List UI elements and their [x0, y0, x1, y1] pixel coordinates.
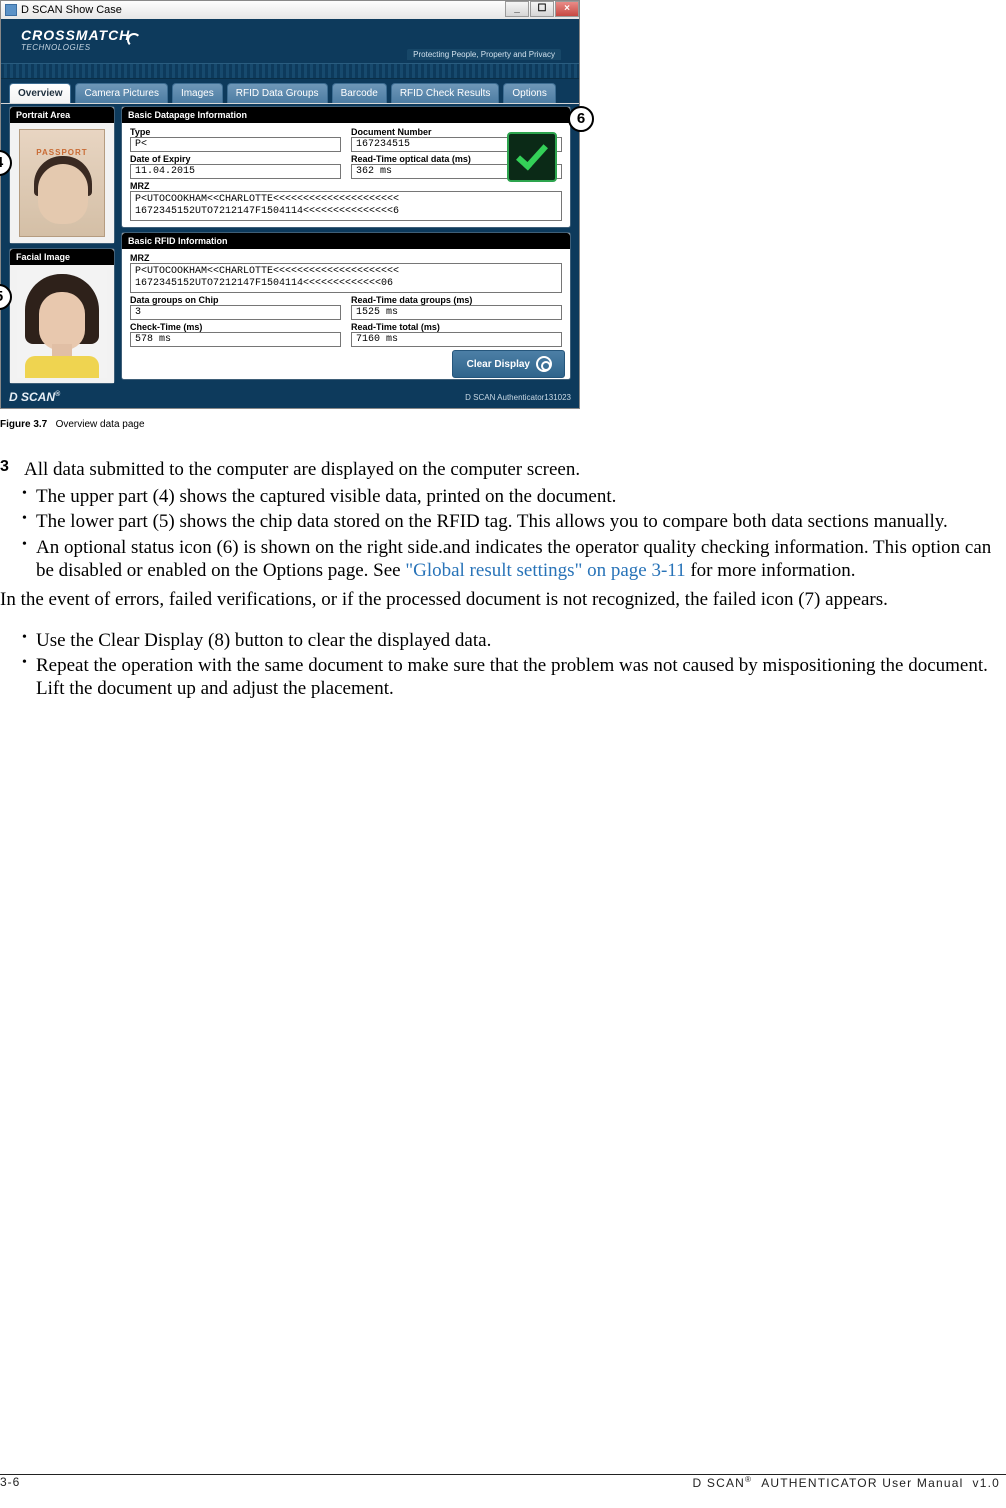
- step-3-bullets: The upper part (4) shows the captured vi…: [22, 485, 1004, 582]
- tab-overview[interactable]: Overview: [9, 83, 71, 103]
- type-value: P<: [130, 137, 341, 152]
- portrait-area: PASSPORT: [10, 123, 114, 243]
- rfid-mrz-line2: 1672345152UTO7212147F1504114<<<<<<<<<<<<…: [135, 278, 557, 290]
- tab-camera-pictures[interactable]: Camera Pictures: [75, 83, 167, 103]
- app-footer: D SCAN® D SCAN Authenticator131023: [1, 388, 579, 408]
- rtdg-label: Read-Time data groups (ms): [351, 295, 562, 305]
- figure-caption: Figure 3.7 Overview data page: [0, 419, 1006, 430]
- rfid-mrz-label: MRZ: [130, 253, 562, 263]
- portrait-face: [38, 164, 88, 224]
- step-3: 3 All data submitted to the computer are…: [0, 458, 1004, 481]
- tab-barcode[interactable]: Barcode: [332, 83, 387, 103]
- check-label: Check-Time (ms): [130, 322, 341, 332]
- rfid-fields: MRZ P<UTOCOOKHAM<<CHARLOTTE<<<<<<<<<<<<<…: [122, 249, 570, 353]
- error-paragraph: In the event of errors, failed verificat…: [0, 588, 1004, 611]
- right-column: Basic Datapage Information TypeP< Docume…: [121, 106, 571, 384]
- rttotal-value: 7160 ms: [351, 332, 562, 347]
- bullet-repeat: Repeat the operation with the same docum…: [22, 654, 1004, 700]
- footer-manual-title: D SCAN® AUTHENTICATOR User Manual v1.0: [692, 1475, 1000, 1490]
- dscan-logo: D SCAN®: [9, 390, 60, 404]
- dp-mrz-line1: P<UTOCOOKHAM<<CHARLOTTE<<<<<<<<<<<<<<<<<…: [135, 194, 557, 206]
- clear-icon: [536, 356, 552, 372]
- dg-value: 3: [130, 305, 341, 320]
- b3-text-b: for more information.: [686, 560, 856, 581]
- status-icon: [507, 132, 557, 182]
- rttotal-label: Read-Time total (ms): [351, 322, 562, 332]
- dp-mrz-box: P<UTOCOOKHAM<<CHARLOTTE<<<<<<<<<<<<<<<<<…: [130, 191, 562, 221]
- datapage-header: Basic Datapage Information: [122, 107, 570, 123]
- clear-label: Clear Display: [467, 359, 530, 370]
- minimize-button[interactable]: _: [505, 1, 529, 17]
- tagline: Protecting People, Property and Privacy: [407, 49, 561, 60]
- expiry-label: Date of Expiry: [130, 154, 341, 164]
- facial-image: [17, 270, 107, 378]
- page-number: 3-6: [0, 1475, 20, 1490]
- left-column: Portrait Area PASSPORT Facial Image: [9, 106, 115, 384]
- checkmark-icon: [516, 137, 548, 170]
- window-title: D SCAN Show Case: [21, 4, 122, 16]
- window-buttons: _ ☐ ×: [505, 1, 579, 17]
- datapage-fields: TypeP< Document Number167234515 Date of …: [122, 123, 570, 227]
- rfid-header: Basic RFID Information: [122, 233, 570, 249]
- dp-mrz-label: MRZ: [130, 181, 562, 191]
- app-icon: [5, 4, 17, 16]
- brand-sub: TECHNOLOGIES: [21, 43, 130, 52]
- rtdg-value: 1525 ms: [351, 305, 562, 320]
- titlebar: D SCAN Show Case _ ☐ ×: [1, 1, 579, 19]
- close-button[interactable]: ×: [555, 1, 579, 17]
- dp-mrz-line2: 1672345152UTO7212147F1504114<<<<<<<<<<<<…: [135, 206, 557, 218]
- clear-display-button[interactable]: Clear Display: [452, 350, 565, 378]
- callout-6: 6: [568, 106, 594, 132]
- bullet-status-icon: An optional status icon (6) is shown on …: [22, 536, 1004, 582]
- facial-face: [39, 292, 85, 350]
- figure-label: Figure 3.7: [0, 419, 47, 430]
- error-bullets: Use the Clear Display (8) button to clea…: [22, 629, 1004, 701]
- dg-label: Data groups on Chip: [130, 295, 341, 305]
- type-label: Type: [130, 127, 341, 137]
- bullet-lower-part: The lower part (5) shows the chip data s…: [22, 510, 1004, 533]
- tab-images[interactable]: Images: [172, 83, 223, 103]
- portrait-panel: Portrait Area PASSPORT: [9, 106, 115, 244]
- bullet-clear-display: Use the Clear Display (8) button to clea…: [22, 629, 1004, 652]
- expiry-value: 11.04.2015: [130, 164, 341, 179]
- brand-name: CROSSMATCH: [21, 27, 130, 43]
- rfid-mrz-box: P<UTOCOOKHAM<<CHARLOTTE<<<<<<<<<<<<<<<<<…: [130, 263, 562, 293]
- overview-page: Portrait Area PASSPORT Facial Image: [1, 103, 579, 388]
- facial-shirt: [25, 356, 99, 378]
- maximize-button[interactable]: ☐: [530, 1, 554, 17]
- app-window: D SCAN Show Case _ ☐ × CROSSMATCH TECHNO…: [0, 0, 580, 409]
- tab-rfid-check-results[interactable]: RFID Check Results: [391, 83, 500, 103]
- check-value: 578 ms: [130, 332, 341, 347]
- step-3-num: 3: [0, 458, 14, 481]
- bullet-upper-part: The upper part (4) shows the captured vi…: [22, 485, 1004, 508]
- passport-portrait: PASSPORT: [19, 129, 105, 237]
- rfid-mrz-line1: P<UTOCOOKHAM<<CHARLOTTE<<<<<<<<<<<<<<<<<…: [135, 266, 557, 278]
- brand-swoosh-icon: [127, 33, 141, 47]
- figure-text: Overview data page: [56, 419, 145, 430]
- facial-panel: Facial Image: [9, 248, 115, 384]
- document-content: 3 All data submitted to the computer are…: [0, 458, 1006, 701]
- tab-rfid-data-groups[interactable]: RFID Data Groups: [227, 83, 328, 103]
- datapage-panel: Basic Datapage Information TypeP< Docume…: [121, 106, 571, 228]
- facial-area: [10, 265, 114, 383]
- app-screenshot: D SCAN Show Case _ ☐ × CROSSMATCH TECHNO…: [0, 0, 580, 409]
- tab-options[interactable]: Options: [503, 83, 555, 103]
- tab-bar: Overview Camera Pictures Images RFID Dat…: [1, 79, 579, 103]
- portrait-header: Portrait Area: [10, 107, 114, 123]
- step-3-text: All data submitted to the computer are d…: [24, 458, 580, 481]
- stripe-divider: [1, 63, 579, 79]
- dscan-r: ®: [55, 391, 60, 398]
- dscan-logo-text: D SCAN: [9, 390, 55, 404]
- page-footer: 3-6 D SCAN® AUTHENTICATOR User Manual v1…: [0, 1474, 1006, 1490]
- link-global-result-settings[interactable]: "Global result settings" on page 3-11: [405, 560, 685, 581]
- facial-header: Facial Image: [10, 249, 114, 265]
- brand-logo: CROSSMATCH TECHNOLOGIES: [21, 27, 130, 52]
- brand-banner: CROSSMATCH TECHNOLOGIES Protecting Peopl…: [1, 19, 579, 63]
- authenticator-version: D SCAN Authenticator131023: [465, 393, 571, 402]
